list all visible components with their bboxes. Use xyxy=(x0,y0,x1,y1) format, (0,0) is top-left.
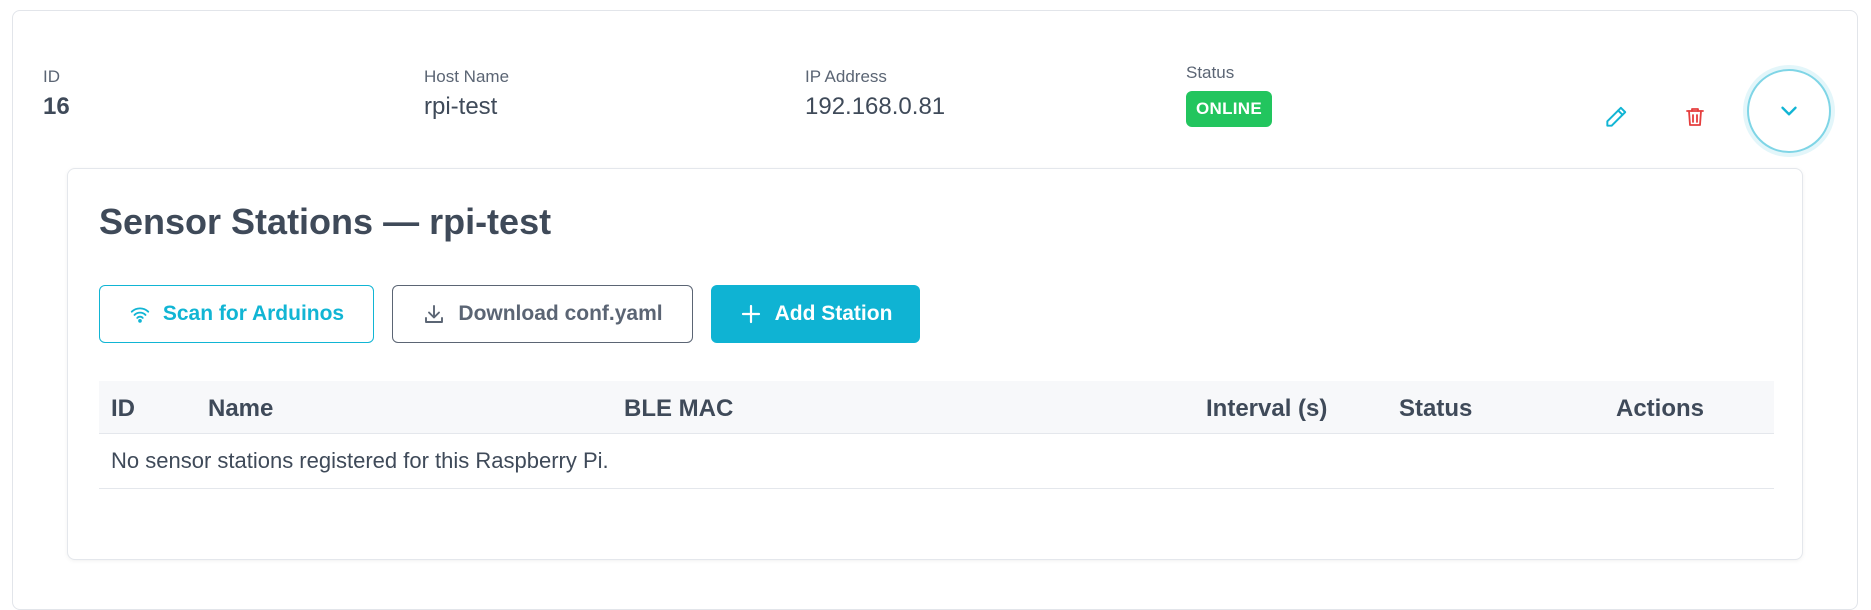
sensor-stations-panel: Sensor Stations — rpi-test Scan for Ardu… xyxy=(67,168,1803,560)
download-conf-label: Download conf.yaml xyxy=(458,302,663,325)
pi-id-value: 16 xyxy=(43,93,70,120)
pi-status-field: Status ONLINE xyxy=(1186,63,1273,127)
column-header-ble-mac: BLE MAC xyxy=(624,395,734,422)
table-header: ID Name BLE MAC Interval (s) Status Acti… xyxy=(99,381,1774,434)
empty-state-message: No sensor stations registered for this R… xyxy=(111,448,609,473)
download-conf-button[interactable]: Download conf.yaml xyxy=(392,285,693,343)
column-header-name: Name xyxy=(208,395,274,422)
add-station-button[interactable]: Add Station xyxy=(711,285,920,343)
stations-table: ID Name BLE MAC Interval (s) Status Acti… xyxy=(99,381,1774,489)
wifi-icon xyxy=(130,307,150,323)
panel-title: Sensor Stations — rpi-test xyxy=(99,201,552,242)
pi-ip-value: 192.168.0.81 xyxy=(805,93,946,120)
table-row: No sensor stations registered for this R… xyxy=(99,434,1774,489)
status-badge: ONLINE xyxy=(1186,91,1273,127)
pi-header-row: ID 16 Host Name rpi-test IP Address 192.… xyxy=(13,11,1857,171)
scan-arduinos-label: Scan for Arduinos xyxy=(162,302,345,325)
delete-button[interactable] xyxy=(1675,97,1715,137)
scan-arduinos-button[interactable]: Scan for Arduinos xyxy=(99,285,374,343)
pi-ip-field: IP Address 192.168.0.81 xyxy=(805,67,945,121)
pi-ip-label: IP Address xyxy=(805,67,887,86)
add-station-label: Add Station xyxy=(774,302,893,325)
pi-id-field: ID 16 xyxy=(43,67,70,121)
chevron-down-icon xyxy=(1781,106,1797,116)
edit-button[interactable] xyxy=(1596,97,1636,137)
column-header-actions: Actions xyxy=(1616,395,1705,422)
column-header-id: ID xyxy=(111,395,135,422)
plus-icon xyxy=(741,304,760,324)
download-icon xyxy=(425,305,444,323)
pi-id-label: ID xyxy=(43,67,60,86)
pencil-icon xyxy=(1606,106,1627,127)
pi-status-label: Status xyxy=(1186,63,1235,82)
pi-hostname-value: rpi-test xyxy=(424,93,498,120)
trash-icon xyxy=(1686,108,1704,126)
column-header-status: Status xyxy=(1399,395,1473,422)
raspberry-pi-card: ID 16 Host Name rpi-test IP Address 192.… xyxy=(12,10,1858,610)
pi-hostname-label: Host Name xyxy=(424,67,510,86)
column-header-interval: Interval (s) xyxy=(1206,395,1328,422)
collapse-toggle-button[interactable] xyxy=(1747,69,1831,153)
pi-hostname-field: Host Name rpi-test xyxy=(424,67,509,121)
